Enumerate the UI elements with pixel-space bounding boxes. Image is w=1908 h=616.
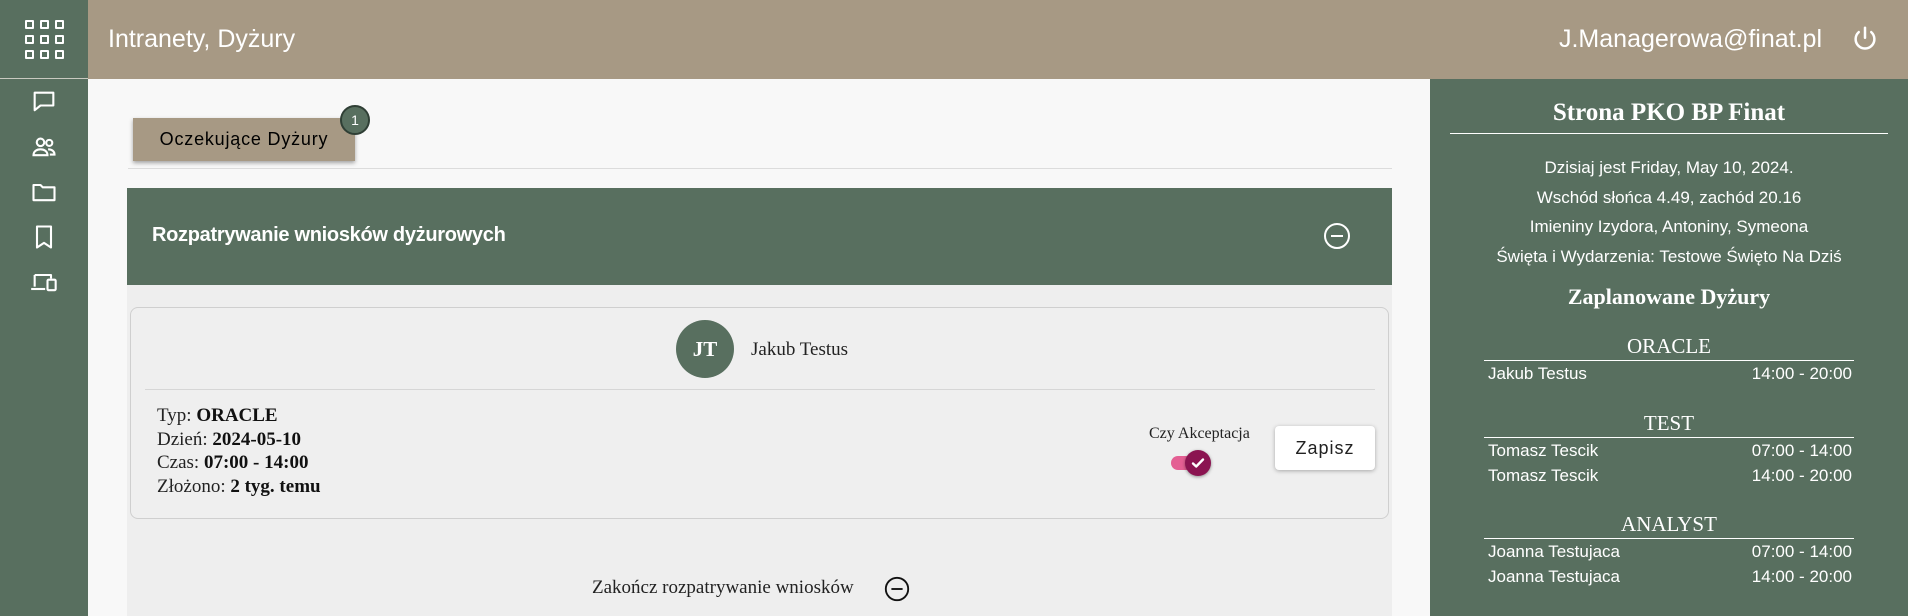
- day-value: 2024-05-10: [212, 428, 302, 450]
- type-row: Typ: ORACLE: [157, 404, 321, 428]
- shift-row: Tomasz Tescik 07:00 - 14:00: [1484, 438, 1854, 463]
- today-info: Dzisiaj jest Friday, May 10, 2024. Wschó…: [1430, 153, 1908, 271]
- power-icon[interactable]: [1850, 24, 1880, 54]
- request-card: JT Jakub Testus Typ: ORACLE Dzień: 2024-…: [130, 307, 1389, 519]
- shift-person: Jakub Testus: [1488, 364, 1587, 383]
- type-value: ORACLE: [196, 405, 278, 426]
- time-row: Czas: 07:00 - 14:00: [157, 451, 321, 475]
- shift-row: Joanna Testujaca 07:00 - 14:00: [1484, 539, 1854, 564]
- chat-icon[interactable]: [0, 79, 88, 124]
- shift-person: Joanna Testujaca: [1488, 567, 1621, 586]
- shift-time: 14:00 - 20:00: [1751, 466, 1852, 485]
- info-side-panel: Strona PKO BP Finat Dzisiaj jest Friday,…: [1430, 79, 1908, 616]
- time-label: Czas:: [157, 452, 204, 473]
- pending-count-badge: 1: [340, 105, 370, 135]
- folder-icon[interactable]: [0, 169, 88, 214]
- info-line: Święta i Wydarzenia: Testowe Święto Na D…: [1496, 246, 1842, 266]
- pending-shifts-button[interactable]: Oczekujące Dyżury: [133, 118, 355, 161]
- shift-group-title: TEST: [1484, 411, 1854, 438]
- shift-group-oracle: ORACLE Jakub Testus 14:00 - 20:00: [1484, 334, 1854, 386]
- shift-row: Joanna Testujaca 14:00 - 20:00: [1484, 564, 1854, 589]
- day-label: Dzień:: [157, 428, 213, 450]
- save-button[interactable]: Zapisz: [1275, 426, 1375, 470]
- finish-review-row[interactable]: Zakończ rozpatrywanie wniosków: [127, 575, 1392, 605]
- submitted-label: Złożono:: [157, 475, 231, 497]
- people-icon[interactable]: [0, 124, 88, 169]
- shift-time: 07:00 - 14:00: [1751, 542, 1852, 561]
- requester-name: Jakub Testus: [751, 339, 849, 360]
- shift-row: Jakub Testus 14:00 - 20:00: [1484, 361, 1854, 386]
- finish-review-label[interactable]: Zakończ rozpatrywanie wniosków: [592, 577, 854, 599]
- shift-group-test: TEST Tomasz Tescik 07:00 - 14:00 Tomasz …: [1484, 411, 1854, 488]
- type-label: Typ:: [157, 405, 197, 426]
- divider: [128, 168, 1392, 169]
- devices-icon[interactable]: [0, 259, 88, 304]
- finish-review-icon[interactable]: [883, 575, 911, 603]
- avatar: JT: [676, 320, 734, 378]
- shift-person: Tomasz Tescik: [1488, 441, 1599, 460]
- info-line: Imieniny Izydora, Antoniny, Symeona: [1529, 217, 1809, 236]
- submitted-row: Złożono: 2 tyg. temu: [157, 475, 321, 499]
- left-rail: [0, 0, 88, 616]
- app-title: Intranety, Dyżury: [108, 25, 296, 53]
- shift-time: 14:00 - 20:00: [1751, 567, 1852, 586]
- requests-panel-body: JT Jakub Testus Typ: ORACLE Dzień: 2024-…: [127, 285, 1392, 616]
- accept-label: Czy Akceptacja: [1149, 425, 1250, 442]
- main-content: Oczekujące Dyżury 1 Rozpatrywanie wniosk…: [88, 79, 1430, 616]
- toggle-knob: [1185, 450, 1211, 476]
- bookmark-icon[interactable]: [0, 214, 88, 259]
- shift-person: Joanna Testujaca: [1488, 542, 1621, 561]
- submitted-value: 2 tyg. temu: [230, 475, 321, 497]
- shift-time: 14:00 - 20:00: [1751, 364, 1852, 383]
- shift-person: Tomasz Tescik: [1488, 466, 1599, 485]
- day-row: Dzień: 2024-05-10: [157, 428, 321, 452]
- planned-shifts-title: Zaplanowane Dyżury: [1567, 284, 1771, 309]
- user-email[interactable]: J.Managerowa@finat.pl: [1559, 25, 1822, 54]
- time-value: 07:00 - 14:00: [203, 452, 309, 473]
- apps-grid-icon[interactable]: [0, 0, 88, 79]
- panel-title: Rozpatrywanie wniosków dyżurowych: [152, 224, 506, 246]
- collapse-icon[interactable]: [1322, 221, 1352, 251]
- info-line: Wschód słońca 4.49, zachód 20.16: [1536, 187, 1802, 207]
- shift-group-title: ORACLE: [1484, 334, 1854, 361]
- divider: [145, 389, 1375, 390]
- check-icon: [1191, 458, 1205, 468]
- shift-group-title: ANALYST: [1484, 512, 1854, 539]
- request-details: Typ: ORACLE Dzień: 2024-05-10 Czas: 07:0…: [157, 404, 321, 498]
- shift-time: 07:00 - 14:00: [1751, 441, 1852, 460]
- shift-row: Tomasz Tescik 14:00 - 20:00: [1484, 463, 1854, 488]
- accept-toggle[interactable]: [1171, 450, 1211, 476]
- top-header: Intranety, Dyżury J.Managerowa@finat.pl: [88, 0, 1908, 79]
- side-panel-title: Strona PKO BP Finat: [1450, 99, 1888, 134]
- info-line: Dzisiaj jest Friday, May 10, 2024.: [1544, 158, 1794, 177]
- shift-group-analyst: ANALYST Joanna Testujaca 07:00 - 14:00 J…: [1484, 512, 1854, 589]
- requests-panel-header[interactable]: Rozpatrywanie wniosków dyżurowych: [127, 188, 1392, 285]
